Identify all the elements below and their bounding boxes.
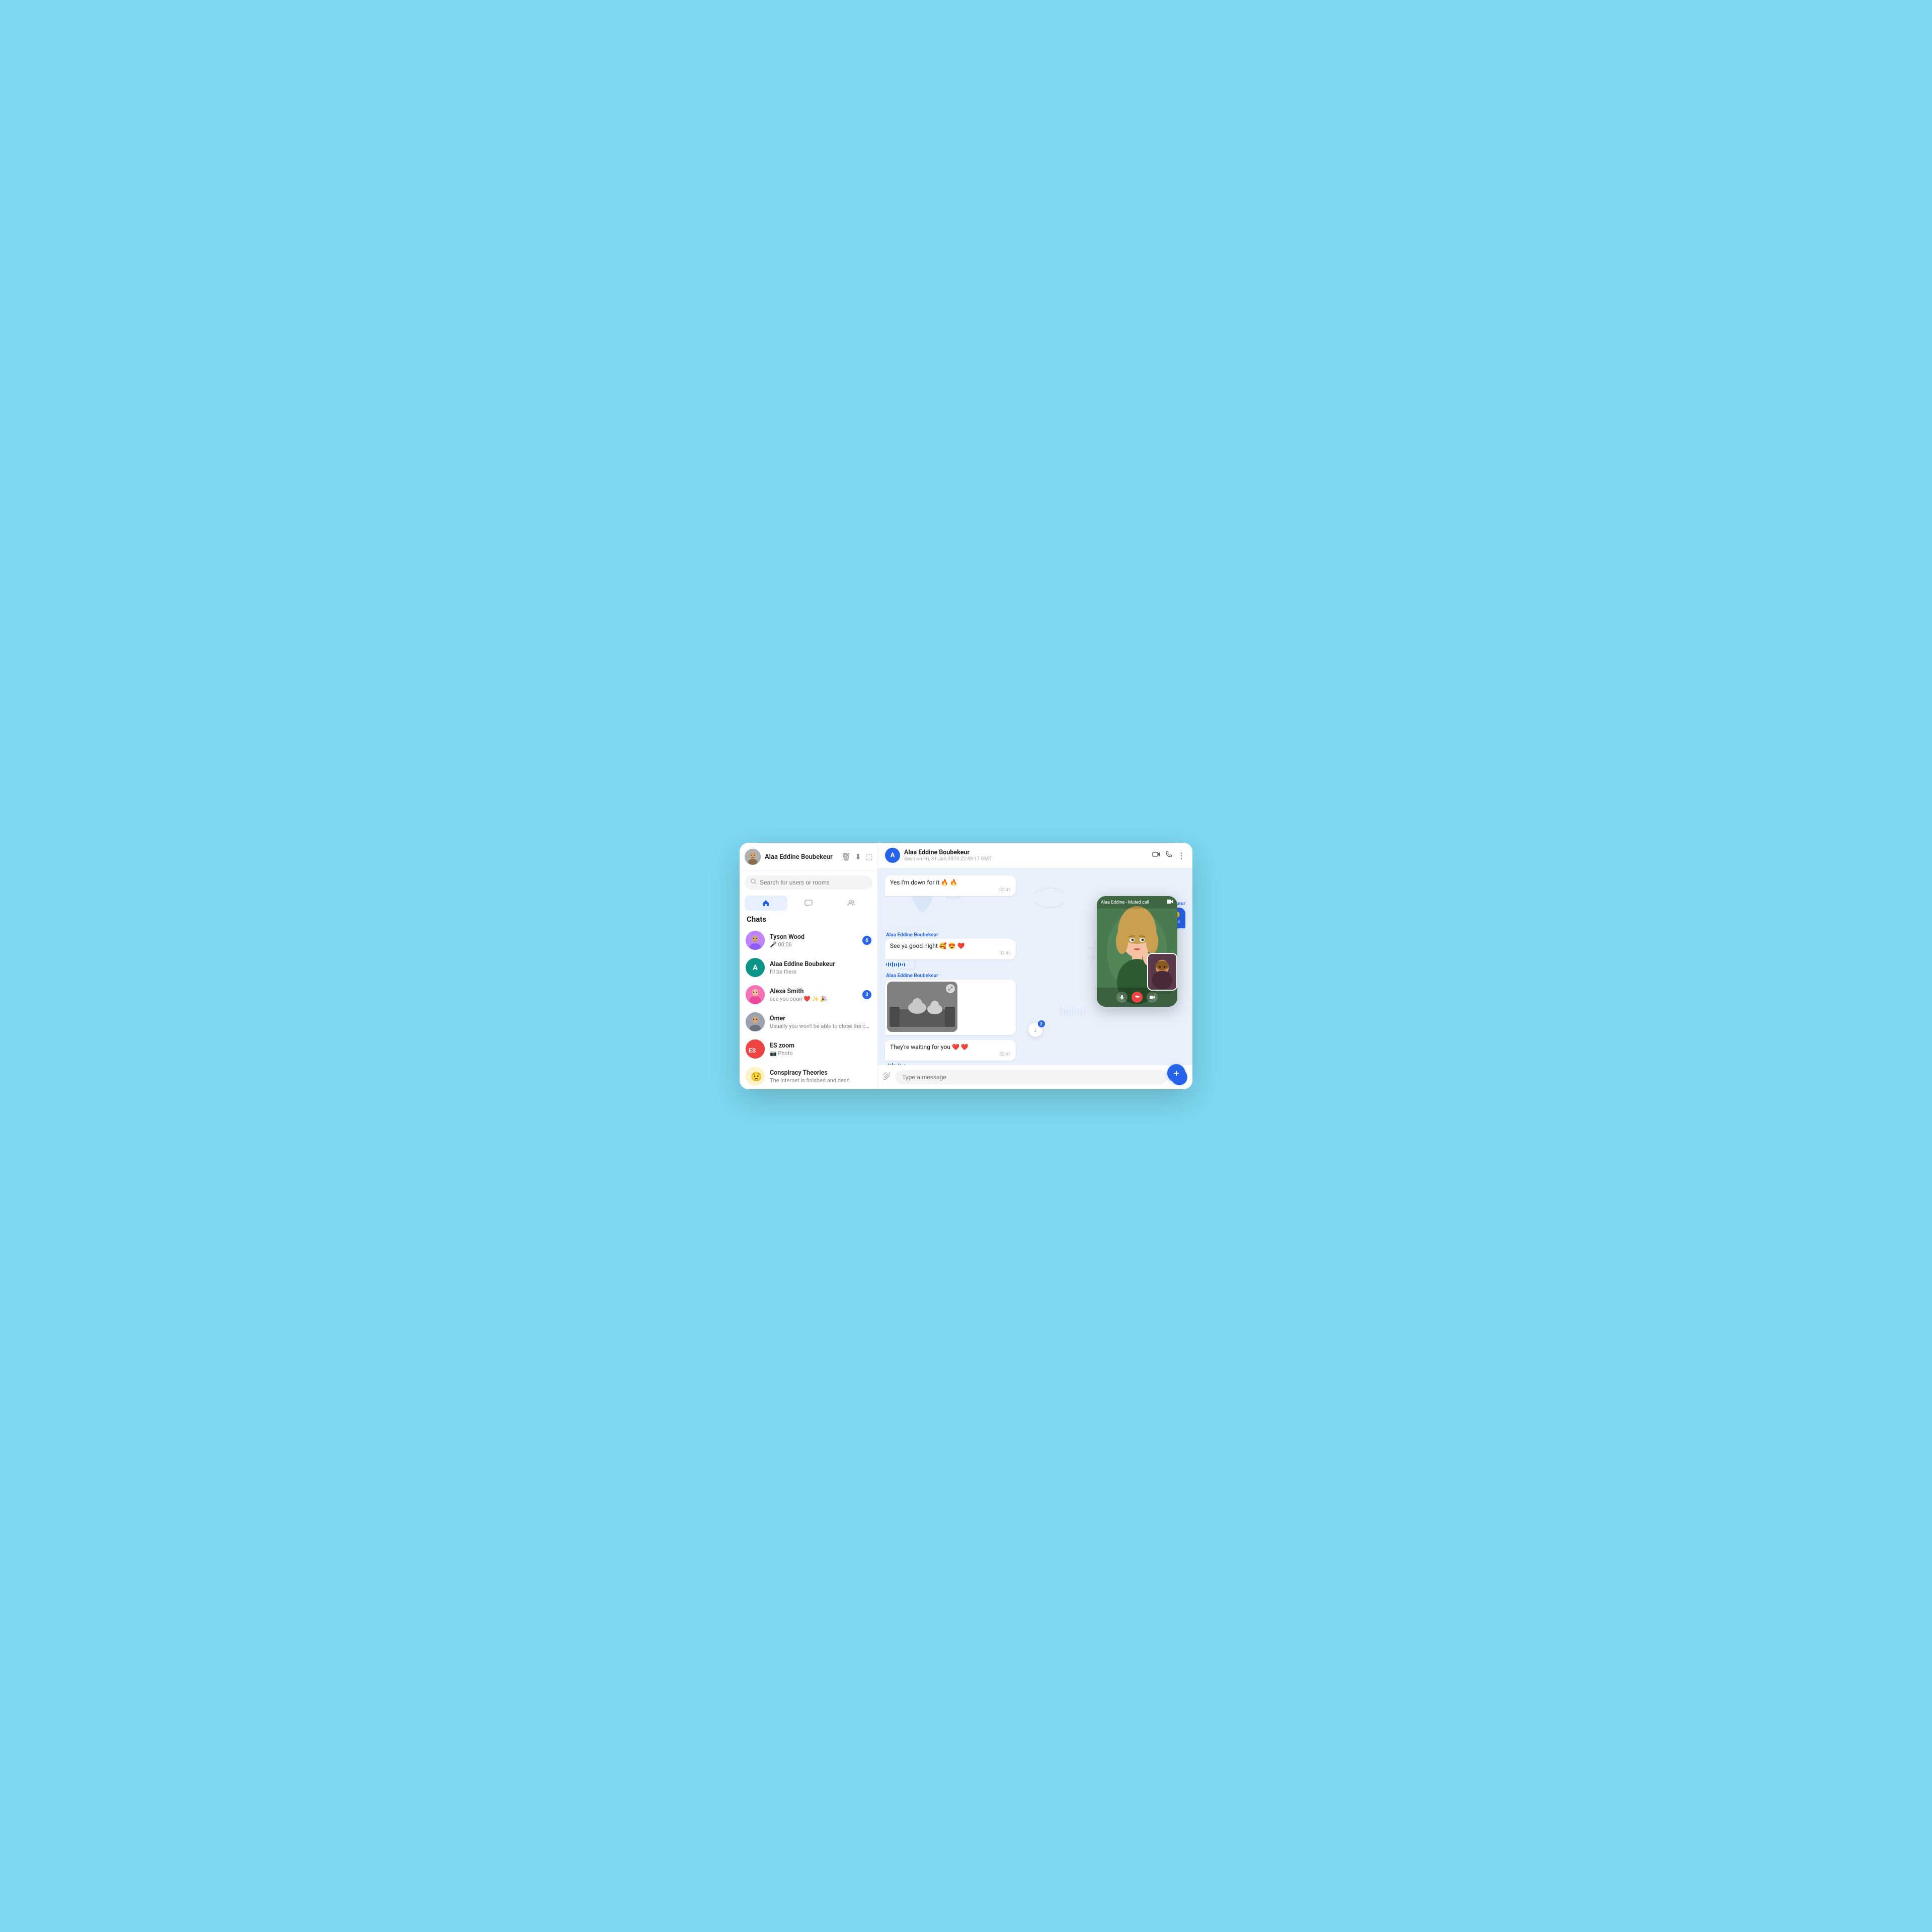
sidebar-header: Alaa Eddine Boubekeur 🗑 ⬇ ⬚ — [740, 843, 877, 870]
sidebar-header-icons: 🗑 ⬇ ⬚ — [841, 852, 872, 861]
video-toggle-button[interactable] — [1147, 992, 1158, 1003]
message-text-1: Yes I'm down for it 🔥 🔥 — [890, 879, 957, 886]
video-call-overlay: Alaa Eddine - Muted call — [1097, 896, 1177, 1007]
chat-messages: # hello! — [878, 868, 1192, 1065]
chat-name-tyson: Tyson Wood — [770, 933, 857, 941]
message-row-1: Yes I'm down for it 🔥 🔥 02:46 — [885, 875, 1185, 896]
chat-more-icon[interactable]: ⋮ — [1177, 851, 1185, 860]
chat-info-alexa: Alexa Smith see you soon ❤️ ✨ 🎉 — [770, 988, 857, 1002]
message-text-3b: They're waiting for you ❤️ ❤️ — [890, 1043, 969, 1051]
message-bubble-2: See ya good night 🥰 😍 ❤️ 02:46 — [885, 939, 1016, 959]
chat-name-alexa: Alexa Smith — [770, 988, 857, 995]
video-call-main: Alaa Eddine - Muted call — [1097, 896, 1177, 1007]
message-bubble-1: Yes I'm down for it 🔥 🔥 02:46 — [885, 875, 1016, 896]
chat-preview-alexa: see you soon ❤️ ✨ 🎉 — [770, 996, 857, 1002]
chat-header-info: Alaa Eddine Boubekeur Seen on Fri, 31 Ja… — [904, 849, 1148, 862]
chat-header-actions: ⋮ — [1152, 850, 1185, 860]
chat-info-tyson: Tyson Wood 🎤 00:06 — [770, 933, 857, 948]
message-input[interactable] — [895, 1070, 1167, 1084]
cat-image-placeholder: ⤢ — [887, 982, 957, 1032]
chat-info-omer: Ömer Usually you won't be able to close … — [770, 1015, 871, 1029]
chat-name-es-zoom: ES zoom — [770, 1042, 871, 1050]
image-expand-icon[interactable]: ⤢ — [946, 984, 955, 993]
chat-header-avatar: A — [885, 848, 900, 863]
chats-label: Chats — [740, 915, 877, 927]
chat-item-es-zoom[interactable]: ES ES zoom 📷 Photo — [740, 1035, 877, 1063]
svg-text:ES: ES — [749, 1047, 756, 1054]
message-bubble-3b: They're waiting for you ❤️ ❤️ 02:47 — [885, 1040, 1016, 1061]
scroll-down-badge[interactable]: ↓ 2 — [1028, 1023, 1042, 1037]
chat-input-bar — [878, 1065, 1192, 1089]
chat-name-omer: Ömer — [770, 1015, 871, 1022]
message-text-2: See ya good night 🥰 😍 ❤️ — [890, 942, 965, 949]
video-header-bar: Alaa Eddine - Muted call — [1097, 896, 1177, 909]
chat-avatar-alaa: A — [746, 958, 765, 977]
chat-item-omer[interactable]: Ömer Usually you won't be able to close … — [740, 1008, 877, 1035]
chat-list: Tyson Wood 🎤 00:06 6 A Alaa Eddine Boube… — [740, 927, 877, 1089]
chat-header-name: Alaa Eddine Boubekeur — [904, 849, 1148, 856]
chat-header: A Alaa Eddine Boubekeur Seen on Fri, 31 … — [878, 843, 1192, 868]
message-time-3b: 02:47 — [890, 1052, 1011, 1057]
message-time-2: 02:46 — [890, 951, 1011, 956]
more-icon[interactable]: ⬚ — [865, 852, 872, 861]
video-call-cam-icon — [1167, 899, 1173, 906]
message-bubble-3-image: ⤢ — [885, 980, 1016, 1035]
chat-badge-tyson: 6 — [862, 936, 871, 945]
chat-preview-es-zoom: 📷 Photo — [770, 1050, 871, 1057]
chat-item-conspiracy[interactable]: 😟 Conspiracy Theories The internet is fi… — [740, 1063, 877, 1089]
home-nav-tab[interactable] — [745, 896, 787, 911]
attach-button[interactable] — [883, 1072, 891, 1082]
chat-item-tyson-wood[interactable]: Tyson Wood 🎤 00:06 6 — [740, 927, 877, 954]
delete-icon[interactable]: 🗑 — [841, 852, 851, 861]
sidebar: Alaa Eddine Boubekeur 🗑 ⬇ ⬚ — [740, 843, 878, 1089]
chat-preview-tyson: 🎤 00:06 — [770, 941, 857, 948]
chat-info-es-zoom: ES zoom 📷 Photo — [770, 1042, 871, 1057]
chat-badge-alexa: 3 — [862, 990, 871, 999]
scroll-badge-circle[interactable]: ↓ 2 — [1028, 1023, 1042, 1037]
chat-name-conspiracy: Conspiracy Theories — [770, 1069, 871, 1077]
scroll-down-icon: ↓ — [1034, 1026, 1037, 1033]
chat-item-alexa[interactable]: Alexa Smith see you soon ❤️ ✨ 🎉 3 — [740, 981, 877, 1008]
scroll-badge-count: 2 — [1038, 1020, 1045, 1027]
audio-wave-2 — [886, 961, 905, 968]
chat-info-conspiracy: Conspiracy Theories The internet is fini… — [770, 1069, 871, 1084]
app-window: Alaa Eddine Boubekeur 🗑 ⬇ ⬚ — [740, 843, 1192, 1089]
chat-main: A Alaa Eddine Boubekeur Seen on Fri, 31 … — [878, 843, 1192, 1089]
svg-text:😟: 😟 — [751, 1072, 762, 1082]
chat-nav-tab[interactable] — [787, 896, 830, 911]
download-icon[interactable]: ⬇ — [855, 852, 861, 861]
mute-button[interactable] — [1116, 992, 1128, 1003]
search-input[interactable] — [760, 879, 866, 886]
search-icon — [751, 878, 757, 887]
chat-preview-conspiracy: The internet is finished and dead — [770, 1077, 871, 1084]
chat-preview-alaa: I'll be there — [770, 969, 871, 975]
chat-item-alaa[interactable]: A Alaa Eddine Boubekeur I'll be there — [740, 954, 877, 981]
chat-name-alaa: Alaa Eddine Boubekeur — [770, 960, 871, 968]
chat-header-status: Seen on Fri, 31 Jan 2014 22:49:17 GMT — [904, 856, 1148, 862]
chat-preview-omer: Usually you won't be able to close the c… — [770, 1023, 871, 1029]
new-chat-fab[interactable]: + — [1167, 1064, 1185, 1082]
sidebar-user-avatar — [745, 849, 761, 865]
search-box[interactable] — [745, 875, 872, 890]
message-time-1: 02:46 — [890, 888, 1011, 893]
cat-image: ⤢ — [887, 982, 957, 1032]
message-row-3b: They're waiting for you ❤️ ❤️ 02:47 — [885, 1040, 1185, 1065]
voice-call-button[interactable] — [1165, 851, 1172, 860]
pip-video — [1147, 953, 1177, 991]
pip-video-inner — [1148, 954, 1176, 990]
chat-info-alaa: Alaa Eddine Boubekeur I'll be there — [770, 960, 871, 975]
group-nav-tab[interactable] — [830, 896, 872, 911]
end-call-button[interactable] — [1132, 992, 1143, 1003]
video-call-button[interactable] — [1152, 850, 1160, 860]
video-call-label: Alaa Eddine - Muted call — [1101, 900, 1149, 905]
nav-tabs — [745, 896, 872, 911]
sidebar-user-name: Alaa Eddine Boubekeur — [765, 853, 837, 861]
